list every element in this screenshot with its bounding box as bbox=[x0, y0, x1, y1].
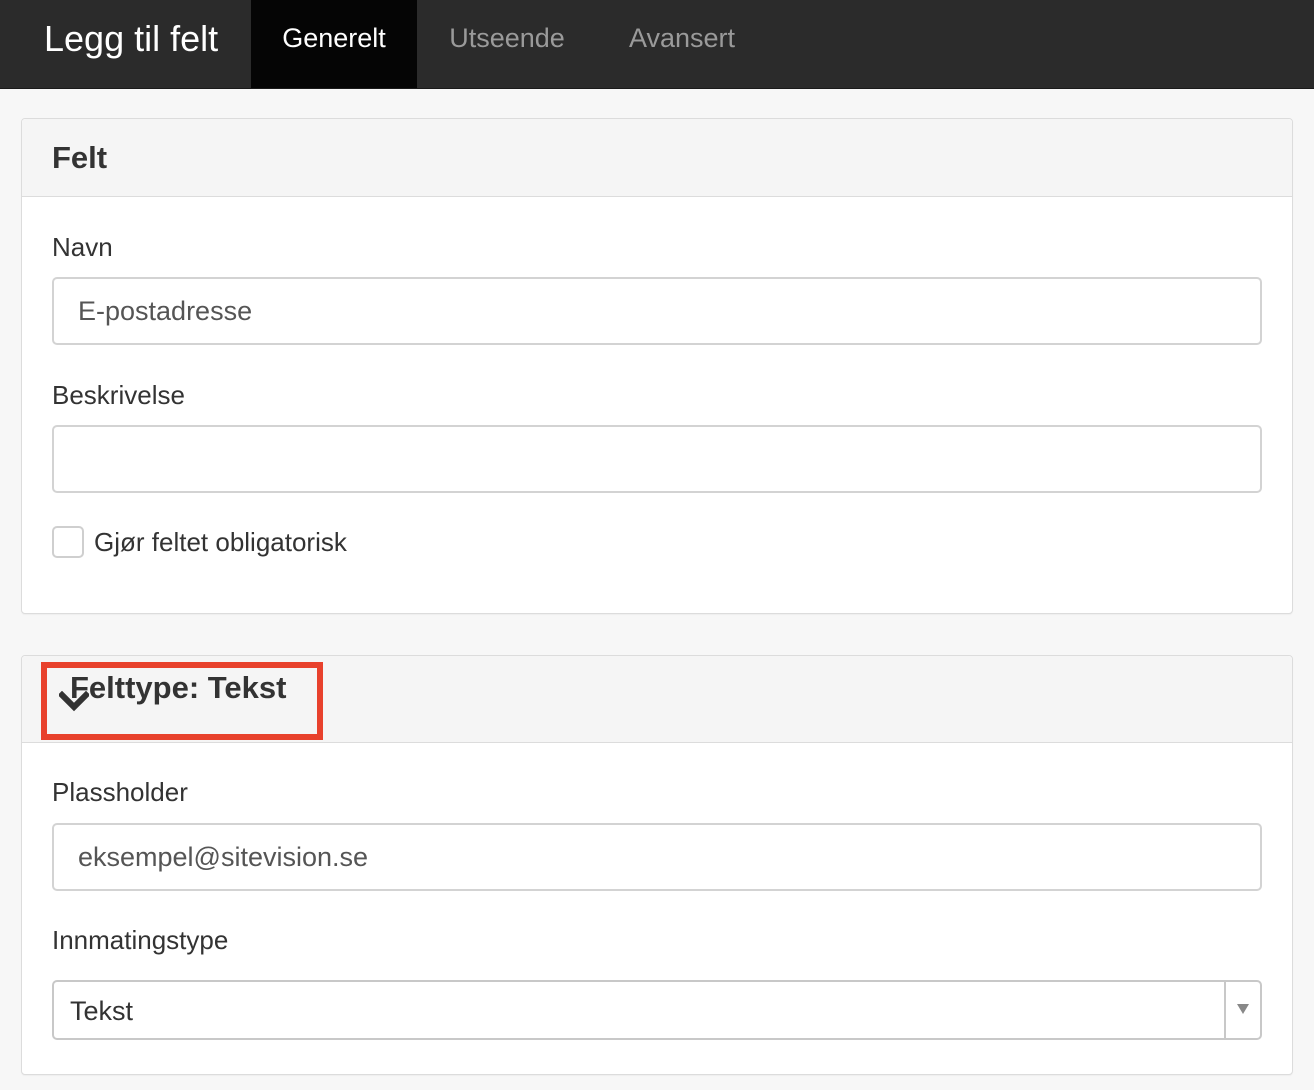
top-bar: Legg til felt Generelt Utseende Avansert bbox=[0, 0, 1314, 89]
required-checkbox-row[interactable]: Gjør feltet obligatorisk bbox=[52, 526, 347, 558]
navn-label: Navn bbox=[52, 232, 113, 262]
select-divider bbox=[1224, 982, 1226, 1038]
beskrivelse-input[interactable] bbox=[52, 425, 1262, 493]
innmatingstype-selected-value: Tekst bbox=[70, 996, 134, 1026]
dropdown-arrow-icon[interactable] bbox=[1237, 1004, 1249, 1014]
required-checkbox-label[interactable]: Gjør feltet obligatorisk bbox=[94, 527, 347, 558]
dialog-title: Legg til felt bbox=[44, 18, 219, 59]
felt-panel-title: Felt bbox=[52, 140, 108, 175]
required-checkbox[interactable] bbox=[52, 526, 84, 558]
innmatingstype-select[interactable]: Tekst bbox=[52, 980, 1262, 1040]
felttype-panel-title[interactable]: Felttype: Tekst bbox=[70, 670, 286, 706]
tab-generelt[interactable]: Generelt bbox=[251, 0, 417, 88]
beskrivelse-label: Beskrivelse bbox=[52, 380, 185, 410]
tab-avansert[interactable]: Avansert bbox=[597, 0, 767, 88]
tab-utseende[interactable]: Utseende bbox=[417, 0, 597, 88]
innmatingstype-label: Innmatingstype bbox=[52, 925, 229, 955]
plassholder-label: Plassholder bbox=[52, 777, 188, 807]
plassholder-input[interactable] bbox=[52, 823, 1262, 891]
felt-panel: Felt Navn Beskrivelse Gjør feltet obliga… bbox=[21, 118, 1293, 614]
felttype-panel-header: Felttype: Tekst bbox=[22, 656, 1292, 743]
navn-input[interactable] bbox=[52, 277, 1262, 345]
felt-panel-header: Felt bbox=[22, 119, 1292, 197]
felttype-panel: Felttype: Tekst Plassholder Innmatingsty… bbox=[21, 655, 1293, 1075]
